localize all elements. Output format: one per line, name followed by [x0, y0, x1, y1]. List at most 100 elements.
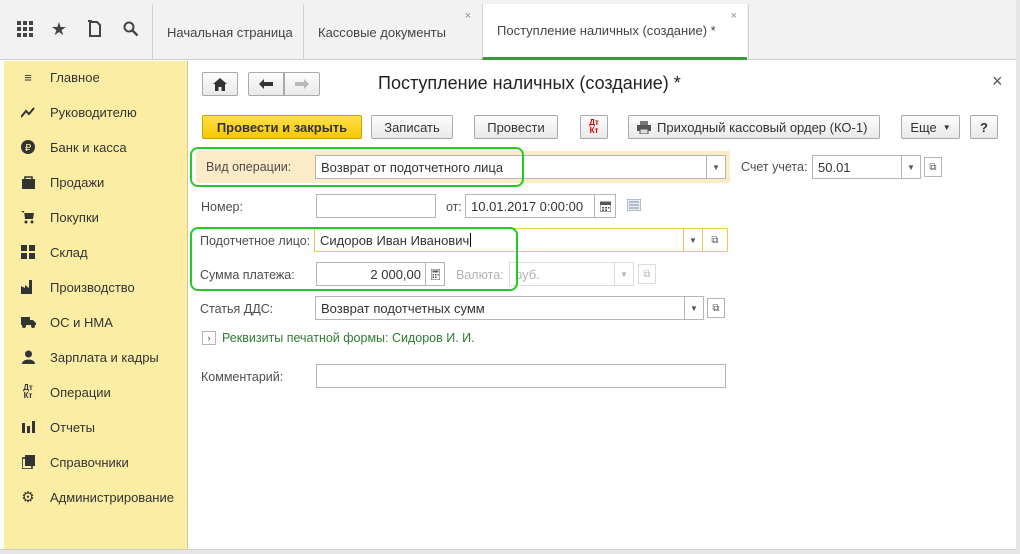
svg-text:₽: ₽ — [25, 143, 32, 154]
account-dropdown-button[interactable]: ▼ — [901, 155, 921, 179]
sidebar-item-bank[interactable]: ₽ Банк и касса — [4, 135, 188, 159]
post-button[interactable]: Провести — [474, 115, 558, 139]
sidebar-item-label: Администрирование — [50, 489, 174, 505]
dt-kt-icon: Дт Кт — [589, 118, 599, 135]
more-label: Еще — [910, 119, 937, 135]
arrow-right-icon — [295, 79, 309, 89]
sidebar-item-references[interactable]: Справочники — [4, 450, 188, 474]
factory-icon — [20, 279, 36, 295]
number-label: Номер: — [201, 200, 243, 214]
books-icon — [20, 454, 36, 470]
back-button[interactable] — [248, 72, 284, 96]
post-and-close-button[interactable]: Провести и закрыть — [202, 115, 362, 139]
tab-home[interactable]: Начальная страница — [152, 4, 302, 60]
tab-bar-empty — [748, 4, 1016, 60]
currency-dropdown-button: ▼ — [614, 262, 634, 286]
dropdown-arrow-icon: ▼ — [942, 122, 951, 132]
currency-open-button: ⧉ — [638, 264, 656, 284]
currency-field: руб. — [509, 262, 615, 286]
print-order-button[interactable]: Приходный кассовый ордер (КО-1) — [628, 115, 880, 139]
warehouse-icon — [20, 244, 36, 260]
comment-label: Комментарий: — [201, 370, 284, 384]
person-open-button[interactable]: ⧉ — [702, 228, 728, 252]
home-button[interactable] — [202, 72, 238, 96]
truck-icon — [20, 314, 36, 330]
sidebar-item-manager[interactable]: Руководителю — [4, 100, 188, 124]
sidebar-item-fixed-assets[interactable]: ОС и НМА — [4, 310, 188, 334]
sidebar-item-administration[interactable]: ⚙ Администрирование — [4, 485, 188, 509]
sidebar-item-main[interactable]: ≡ Главное — [4, 65, 188, 89]
highlight-person-amount — [190, 227, 518, 291]
sidebar-item-label: Покупки — [50, 209, 99, 225]
star-icon[interactable]: ★ — [46, 14, 72, 44]
sidebar-item-label: ОС и НМА — [50, 314, 113, 330]
date-from-label: от: — [446, 200, 462, 214]
sidebar-item-warehouse[interactable]: Склад — [4, 240, 188, 264]
dds-dropdown-button[interactable]: ▼ — [684, 296, 704, 320]
sidebar-item-label: Зарплата и кадры — [50, 349, 159, 365]
sidebar-item-reports[interactable]: Отчеты — [4, 415, 188, 439]
sidebar-item-salary[interactable]: Зарплата и кадры — [4, 345, 188, 369]
print-details-link[interactable]: Реквизиты печатной формы: Сидоров И. И. — [222, 331, 475, 345]
sidebar-item-sales[interactable]: Продажи — [4, 170, 188, 194]
person-icon — [20, 349, 36, 365]
close-tab-icon[interactable]: × — [465, 10, 471, 22]
page-title: Поступление наличных (создание) * — [378, 73, 681, 93]
operation-dropdown-button[interactable]: ▼ — [706, 155, 726, 179]
window-bottom-border — [0, 549, 1020, 554]
search-icon[interactable] — [118, 14, 144, 44]
dds-field[interactable]: Возврат подотчетных сумм — [315, 296, 685, 320]
sidebar-item-label: Банк и касса — [50, 139, 127, 155]
cart-icon — [20, 209, 36, 225]
menu-lines-icon: ≡ — [24, 69, 32, 85]
document-history-icon[interactable] — [626, 198, 642, 214]
account-label: Счет учета: — [741, 160, 808, 174]
ruble-coin-icon: ₽ — [20, 139, 36, 155]
save-button[interactable]: Записать — [371, 115, 453, 139]
sidebar-item-label: Отчеты — [50, 419, 95, 435]
tab-cash-receipt[interactable]: Поступление наличных (создание) * × — [482, 4, 747, 60]
highlight-operation — [190, 147, 524, 187]
arrow-left-icon — [259, 79, 273, 89]
expand-chevron-icon[interactable]: › — [202, 331, 216, 345]
sidebar: ≡ Главное Руководителю ₽ Банк и касса Пр… — [4, 61, 188, 549]
dt-kt-icon: Дт Кт — [23, 383, 33, 400]
sidebar-item-label: Справочники — [50, 454, 129, 470]
sidebar-item-label: Операции — [50, 384, 111, 400]
calendar-icon — [599, 201, 611, 212]
forward-button[interactable] — [284, 72, 320, 96]
print-order-label: Приходный кассовый ордер (КО-1) — [657, 119, 868, 135]
tab-cash-documents[interactable]: Кассовые документы × — [303, 4, 481, 60]
sidebar-item-production[interactable]: Производство — [4, 275, 188, 299]
printer-icon — [637, 120, 651, 134]
number-field[interactable] — [316, 194, 436, 218]
bar-chart-icon — [20, 419, 36, 435]
more-button[interactable]: Еще ▼ — [901, 115, 960, 139]
comment-field[interactable] — [316, 364, 726, 388]
sidebar-item-operations[interactable]: Дт Кт Операции — [4, 380, 188, 404]
gear-icon: ⚙ — [21, 489, 35, 506]
window-right-border — [1016, 0, 1020, 554]
sidebar-item-label: Продажи — [50, 174, 105, 190]
calendar-button[interactable] — [594, 194, 616, 218]
account-field[interactable]: 50.01 — [812, 155, 902, 179]
person-dropdown-button[interactable]: ▼ — [683, 228, 703, 252]
date-field[interactable]: 10.01.2017 0:00:00 — [465, 194, 595, 218]
close-tab-icon[interactable]: × — [731, 10, 737, 22]
sidebar-item-label: Склад — [50, 244, 88, 260]
dds-label: Статья ДДС: — [200, 302, 274, 316]
history-icon[interactable] — [82, 14, 108, 44]
home-icon — [213, 77, 227, 91]
dt-kt-button[interactable]: Дт Кт — [580, 115, 608, 139]
sidebar-item-label: Руководителю — [50, 104, 137, 120]
shopping-bag-icon — [20, 174, 36, 190]
help-button[interactable]: ? — [970, 115, 998, 139]
sidebar-item-label: Производство — [50, 279, 135, 295]
close-form-icon[interactable]: × — [992, 71, 1003, 92]
sidebar-item-purchases[interactable]: Покупки — [4, 205, 188, 229]
trend-icon — [20, 104, 36, 120]
grid-icon[interactable] — [12, 14, 38, 44]
account-open-button[interactable]: ⧉ — [924, 157, 942, 177]
top-bar: ★ Начальная страница Кассовые документы … — [0, 0, 1020, 60]
dds-open-button[interactable]: ⧉ — [707, 298, 725, 318]
